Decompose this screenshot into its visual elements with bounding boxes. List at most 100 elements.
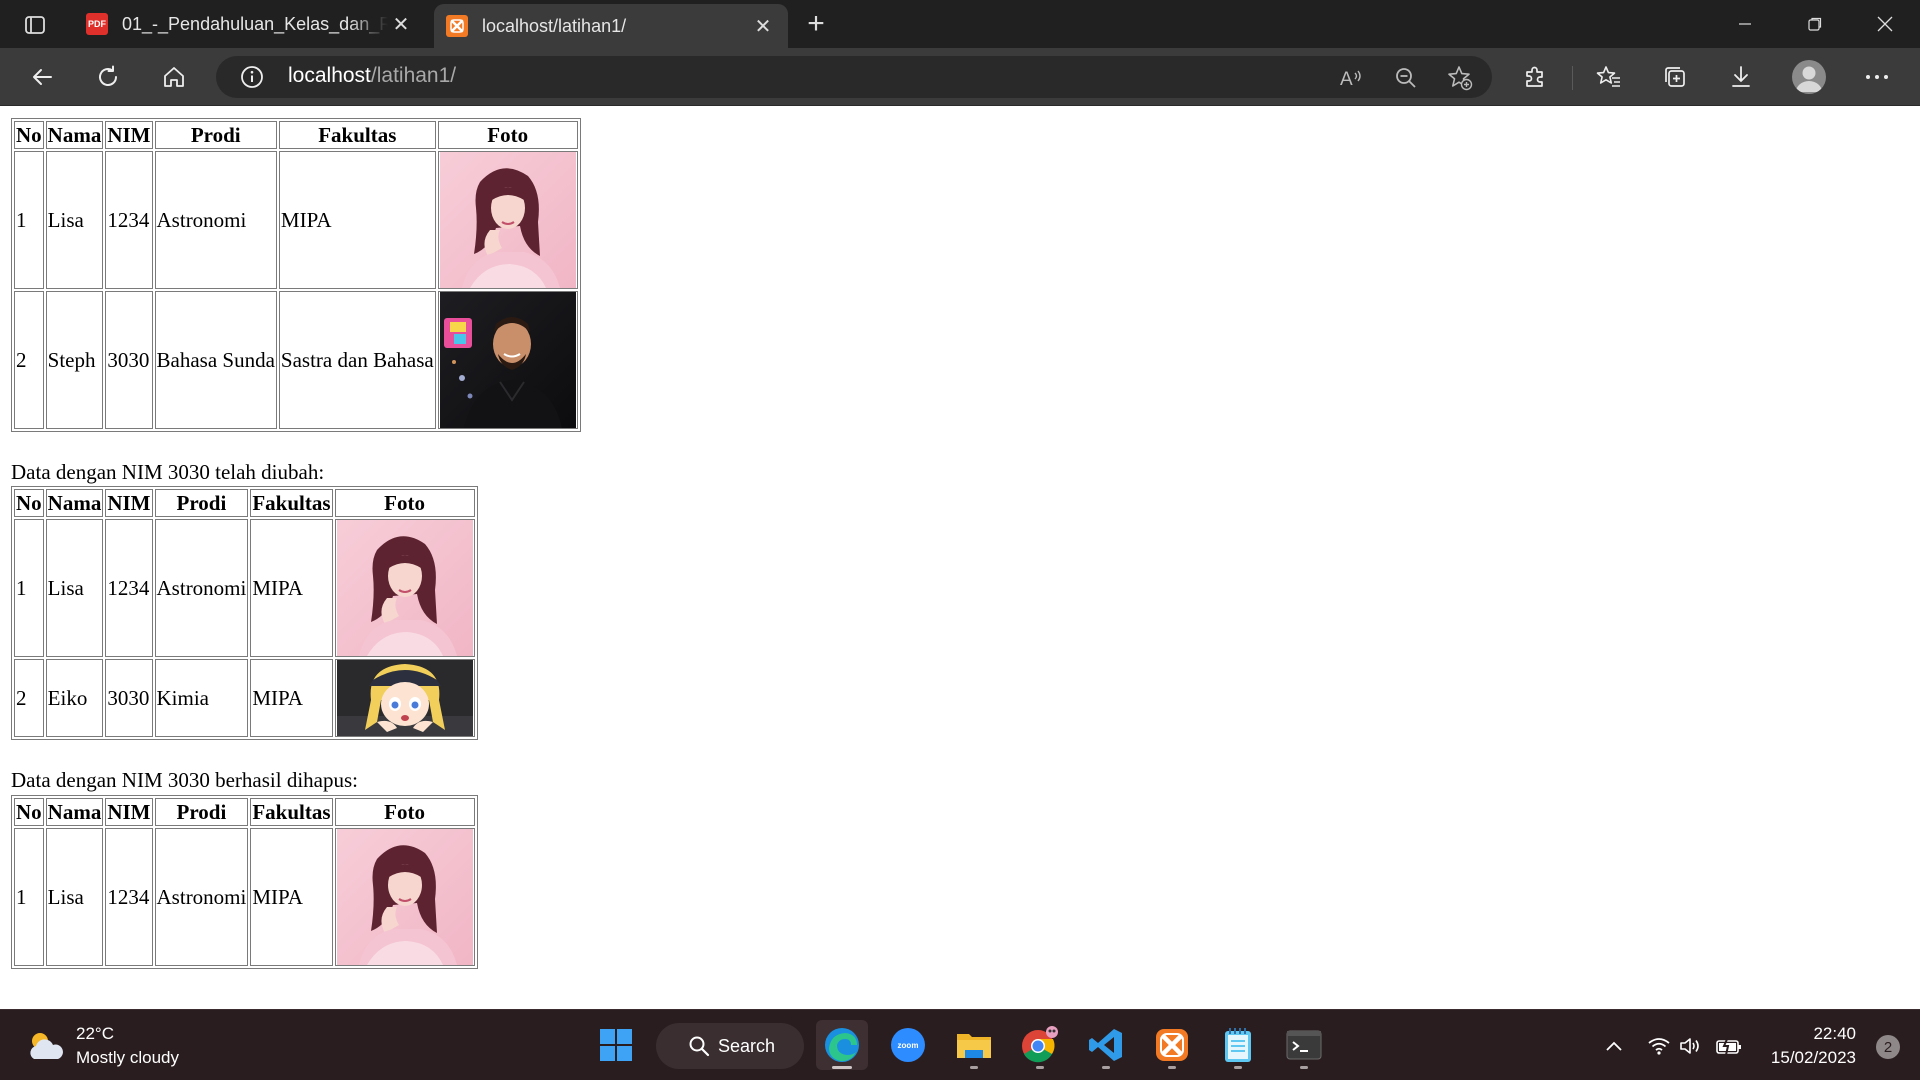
cell-nim: 1234	[105, 519, 153, 657]
vscode-icon	[1089, 1029, 1122, 1061]
download-icon	[1732, 66, 1750, 87]
header-foto: Foto	[437, 121, 578, 149]
start-button[interactable]	[590, 1020, 642, 1070]
weather-temperature: 22°C	[76, 1024, 114, 1043]
profile-avatar-button[interactable]	[1792, 60, 1826, 94]
header-nim: NIM	[105, 121, 153, 149]
battery-button[interactable]	[1712, 1026, 1746, 1066]
svg-text:zoom: zoom	[898, 1041, 919, 1050]
close-tab-button[interactable]: ✕	[388, 11, 414, 37]
zoom-app-icon: zoom	[891, 1028, 925, 1062]
close-window-button[interactable]	[1850, 0, 1920, 48]
taskbar-app-zoom[interactable]: zoom	[882, 1020, 934, 1070]
window-controls	[1710, 0, 1920, 48]
clock-time: 22:40	[1813, 1024, 1856, 1043]
header-nim: NIM	[105, 798, 153, 826]
extensions-button[interactable]	[1520, 62, 1550, 92]
cell-nama: Lisa	[45, 151, 104, 289]
user-avatar-icon	[1796, 66, 1822, 92]
table-row: 2 Eiko 3030 Kimia MIPA	[14, 659, 475, 737]
read-aloud-button[interactable]: A	[1338, 64, 1366, 92]
restore-button[interactable]	[1780, 0, 1850, 48]
settings-more-button[interactable]	[1862, 62, 1892, 92]
star-add-icon	[1448, 66, 1473, 91]
table-row: 2 Steph 3030 Bahasa Sunda Sastra dan Bah…	[14, 291, 578, 429]
minimize-button[interactable]	[1710, 0, 1780, 48]
search-label: Search	[718, 1035, 776, 1056]
pdf-icon: PDF	[86, 13, 108, 35]
tab-localhost[interactable]: localhost/latihan1/ ✕	[434, 4, 788, 48]
cell-prodi: Astronomi	[154, 828, 249, 966]
header-nama: Nama	[45, 489, 104, 517]
back-button[interactable]	[22, 58, 62, 96]
cell-nama: Steph	[45, 291, 104, 429]
favorites-button[interactable]	[1594, 62, 1624, 92]
cell-prodi: Astronomi	[154, 519, 249, 657]
tab-pdf[interactable]: PDF 01_-_Pendahuluan_Kelas_dan_Re ✕	[74, 0, 426, 48]
cell-fakultas: MIPA	[250, 519, 333, 657]
address-bar[interactable]: localhost/latihan1/ A	[216, 56, 1492, 98]
battery-charging-icon	[1716, 1036, 1741, 1055]
dark-portrait-photo	[440, 292, 576, 428]
table-row: 1 Lisa 1234 Astronomi MIPA	[14, 519, 475, 657]
taskbar-search-button[interactable]: Search	[656, 1023, 804, 1069]
taskbar-app-vscode[interactable]	[1080, 1020, 1132, 1070]
tab-title: localhost/latihan1/	[482, 15, 627, 36]
xampp-icon	[1156, 1029, 1188, 1061]
taskbar-app-terminal[interactable]	[1278, 1020, 1330, 1070]
puzzle-icon	[1526, 66, 1543, 87]
chevron-up-icon	[1606, 1041, 1622, 1051]
windows-start-icon	[600, 1029, 632, 1061]
volume-button[interactable]	[1676, 1026, 1706, 1066]
weather-description: Mostly cloudy	[76, 1048, 179, 1067]
zoom-out-button[interactable]	[1392, 64, 1420, 92]
student-table-initial: No Nama NIM Prodi Fakultas Foto 1 Lisa 1…	[11, 118, 581, 432]
wifi-icon	[1648, 1037, 1670, 1055]
table-header-row: No Nama NIM Prodi Fakultas Foto	[14, 121, 578, 149]
header-nama: Nama	[45, 121, 104, 149]
clock-widget[interactable]: 22:40 15/02/2023	[1771, 1022, 1856, 1070]
notification-badge[interactable]: 2	[1876, 1035, 1900, 1059]
header-foto: Foto	[334, 489, 475, 517]
refresh-button[interactable]	[88, 58, 128, 96]
active-indicator	[832, 1066, 852, 1069]
taskbar-app-file-explorer[interactable]	[948, 1020, 1000, 1070]
pink-portrait-photo	[337, 520, 473, 656]
tab-actions-button[interactable]	[14, 10, 56, 40]
home-button[interactable]	[154, 58, 194, 96]
cell-no: 2	[14, 291, 44, 429]
cell-nama: Eiko	[45, 659, 104, 737]
cell-nim: 1234	[105, 828, 153, 966]
restore-icon	[1808, 17, 1822, 31]
show-hidden-icons-button[interactable]	[1598, 1026, 1630, 1066]
svg-text:A: A	[1340, 69, 1353, 90]
add-favorite-button[interactable]	[1446, 64, 1474, 92]
tab-actions-icon	[25, 16, 45, 34]
site-info-icon[interactable]	[240, 65, 264, 89]
header-prodi: Prodi	[154, 798, 249, 826]
taskbar-app-edge[interactable]	[816, 1020, 868, 1070]
cell-no: 1	[14, 519, 44, 657]
collections-button[interactable]	[1660, 62, 1690, 92]
header-no: No	[14, 798, 44, 826]
url-text[interactable]: localhost/latihan1/	[288, 64, 456, 88]
running-indicator	[1300, 1066, 1308, 1069]
taskbar-app-notepad[interactable]	[1212, 1020, 1264, 1070]
cell-prodi: Kimia	[154, 659, 249, 737]
new-tab-button[interactable]: +	[800, 7, 832, 40]
cell-prodi: Astronomi	[154, 151, 277, 289]
table-header-row: No Nama NIM Prodi Fakultas Foto	[14, 798, 475, 826]
header-fakultas: Fakultas	[250, 489, 333, 517]
taskbar-app-chrome[interactable]	[1014, 1020, 1066, 1070]
network-button[interactable]	[1642, 1026, 1676, 1066]
weather-widget[interactable]: 22°C Mostly cloudy	[24, 1022, 179, 1070]
header-nama: Nama	[45, 798, 104, 826]
close-tab-button[interactable]: ✕	[750, 13, 776, 39]
cell-nama: Lisa	[45, 828, 104, 966]
downloads-button[interactable]	[1726, 62, 1756, 92]
cell-fakultas: Sastra dan Bahasa	[278, 291, 436, 429]
cell-nim: 3030	[105, 659, 153, 737]
speaker-icon	[1680, 1037, 1699, 1054]
taskbar-app-xampp[interactable]	[1146, 1020, 1198, 1070]
cell-foto	[437, 151, 578, 289]
